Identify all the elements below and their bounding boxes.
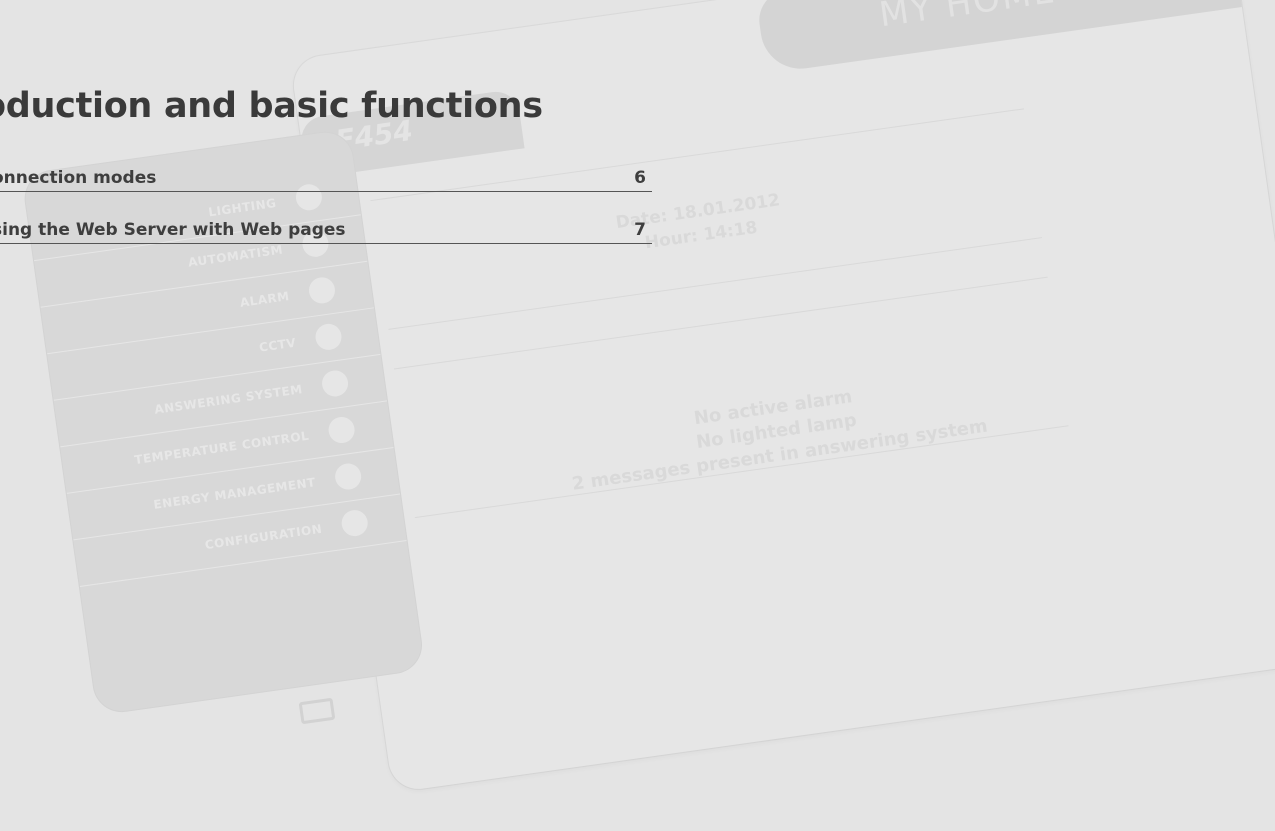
phone-icon (320, 368, 350, 399)
alarm-icon (307, 275, 337, 306)
gear-icon (339, 508, 370, 538)
toc-entry-web-server[interactable]: sing the Web Server with Web pages 7 (0, 212, 652, 244)
thermometer-icon (326, 415, 357, 445)
toc-entry-page: 7 (634, 220, 646, 240)
section-title: oduction and basic functions (0, 86, 543, 126)
status-block: No active alarm No lighted lamp 2 messag… (524, 361, 1029, 502)
table-of-contents: onnection modes 6 sing the Web Server wi… (0, 160, 652, 264)
energy-icon (333, 461, 363, 492)
toc-entry-label: onnection modes (0, 168, 157, 188)
toc-entry-connection-modes[interactable]: onnection modes 6 (0, 160, 652, 192)
manual-page: F454 MY HOME Date: 18.01.2012 Hour: 14:1… (0, 0, 1275, 831)
toc-entry-label: sing the Web Server with Web pages (0, 220, 346, 240)
divider (393, 276, 1048, 370)
toc-entry-page: 6 (634, 168, 646, 188)
camera-icon (313, 322, 344, 352)
exit-icon (298, 697, 336, 725)
